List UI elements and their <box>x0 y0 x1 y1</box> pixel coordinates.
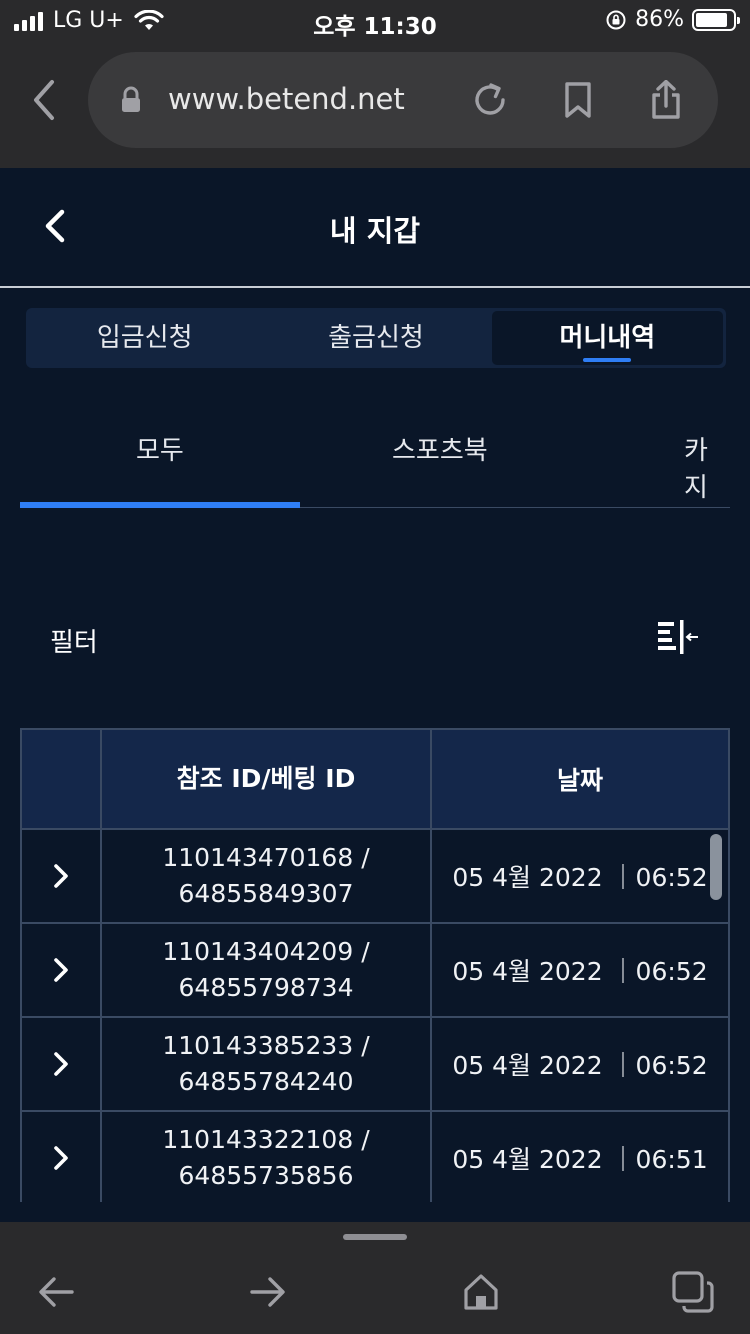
browser-bottom-bar <box>0 1222 750 1334</box>
expand-cell[interactable] <box>22 830 102 922</box>
page-header: 내 지갑 <box>0 168 750 288</box>
ref-id: 110143322108 / <box>162 1125 370 1154</box>
transaction-table: 참조 ID/베팅 ID 날짜 110143470168 / 6485584930… <box>20 728 730 1202</box>
date-cell: 05 4월 2022 ｜06:51 <box>452 1145 708 1174</box>
url-text[interactable]: www.betend.net <box>168 82 405 116</box>
status-right: 86% <box>605 7 740 32</box>
bet-id: 64855735856 <box>178 1161 354 1190</box>
home-icon[interactable] <box>459 1270 503 1314</box>
bet-id: 64855849307 <box>178 879 354 908</box>
expand-cell[interactable] <box>22 1112 102 1202</box>
chevron-right-icon[interactable] <box>51 1144 71 1172</box>
reference-id-cell: 110143404209 / 64855798734 <box>102 924 432 1016</box>
date-cell: 05 4월 2022 ｜06:52 <box>452 1051 708 1080</box>
filter-icon[interactable] <box>656 620 700 656</box>
reference-id-cell: 110143385233 / 64855784240 <box>102 1018 432 1110</box>
ref-id: 110143470168 / <box>162 843 370 872</box>
date-cell: 05 4월 2022 ｜06:52 <box>452 957 708 986</box>
status-bar: LG U+ 오후 11:30 86% <box>0 0 750 42</box>
browser-back-icon[interactable] <box>26 76 62 124</box>
subtab-sportsbook[interactable]: 스포츠북 <box>392 430 488 467</box>
chevron-right-icon[interactable] <box>51 862 71 890</box>
ref-id: 110143385233 / <box>162 1031 370 1060</box>
bookmark-icon[interactable] <box>558 80 598 120</box>
chevron-right-icon[interactable] <box>51 956 71 984</box>
tab-money-history[interactable]: 머니내역 <box>491 311 723 365</box>
wallet-tabs: 입금신청 출금신청 머니내역 <box>26 308 726 368</box>
table-row[interactable]: 110143470168 / 64855849307 05 4월 2022 ｜0… <box>22 830 728 924</box>
reload-icon[interactable] <box>470 80 510 120</box>
rotation-lock-icon <box>606 10 626 29</box>
share-icon[interactable] <box>646 80 686 120</box>
expand-cell[interactable] <box>22 1018 102 1110</box>
back-arrow-icon[interactable] <box>34 1270 78 1314</box>
expand-cell[interactable] <box>22 924 102 1016</box>
browser-toolbar: www.betend.net <box>0 42 750 168</box>
tab-deposit[interactable]: 입금신청 <box>29 311 260 365</box>
battery-icon <box>692 8 740 31</box>
table-scrollbar[interactable] <box>710 834 722 900</box>
header-expand-cell <box>22 730 102 828</box>
reference-id-cell: 110143322108 / 64855735856 <box>102 1112 432 1202</box>
table-row[interactable]: 110143404209 / 64855798734 05 4월 2022 ｜0… <box>22 924 728 1018</box>
header-reference-id: 참조 ID/베팅 ID <box>102 730 432 828</box>
filter-label: 필터 <box>50 628 98 658</box>
lock-icon <box>122 86 140 112</box>
table-row[interactable]: 110143385233 / 64855784240 05 4월 2022 ｜0… <box>22 1018 728 1112</box>
page-title: 내 지갑 <box>329 214 421 248</box>
category-tabs: 모두 스포츠북 카지 <box>20 400 730 508</box>
battery-percent: 86% <box>635 7 684 32</box>
chevron-right-icon[interactable] <box>51 1050 71 1078</box>
table-header-row: 참조 ID/베팅 ID 날짜 <box>22 730 728 830</box>
address-bar[interactable]: www.betend.net <box>88 52 718 148</box>
ref-id: 110143404209 / <box>162 937 370 966</box>
header-date: 날짜 <box>556 766 603 795</box>
drag-handle[interactable] <box>343 1234 407 1240</box>
subtab-all[interactable]: 모두 <box>136 430 184 467</box>
bet-id: 64855784240 <box>178 1067 354 1096</box>
reference-id-cell: 110143470168 / 64855849307 <box>102 830 432 922</box>
table-row[interactable]: 110143322108 / 64855735856 05 4월 2022 ｜0… <box>22 1112 728 1202</box>
tabs-icon[interactable] <box>671 1270 715 1314</box>
bet-id: 64855798734 <box>178 973 354 1002</box>
date-cell: 05 4월 2022 ｜06:52 <box>452 863 708 892</box>
tab-withdraw[interactable]: 출금신청 <box>260 311 491 365</box>
active-tab-indicator <box>20 502 300 508</box>
subtab-casino[interactable]: 카지 <box>684 430 730 504</box>
forward-arrow-icon[interactable] <box>246 1270 290 1314</box>
